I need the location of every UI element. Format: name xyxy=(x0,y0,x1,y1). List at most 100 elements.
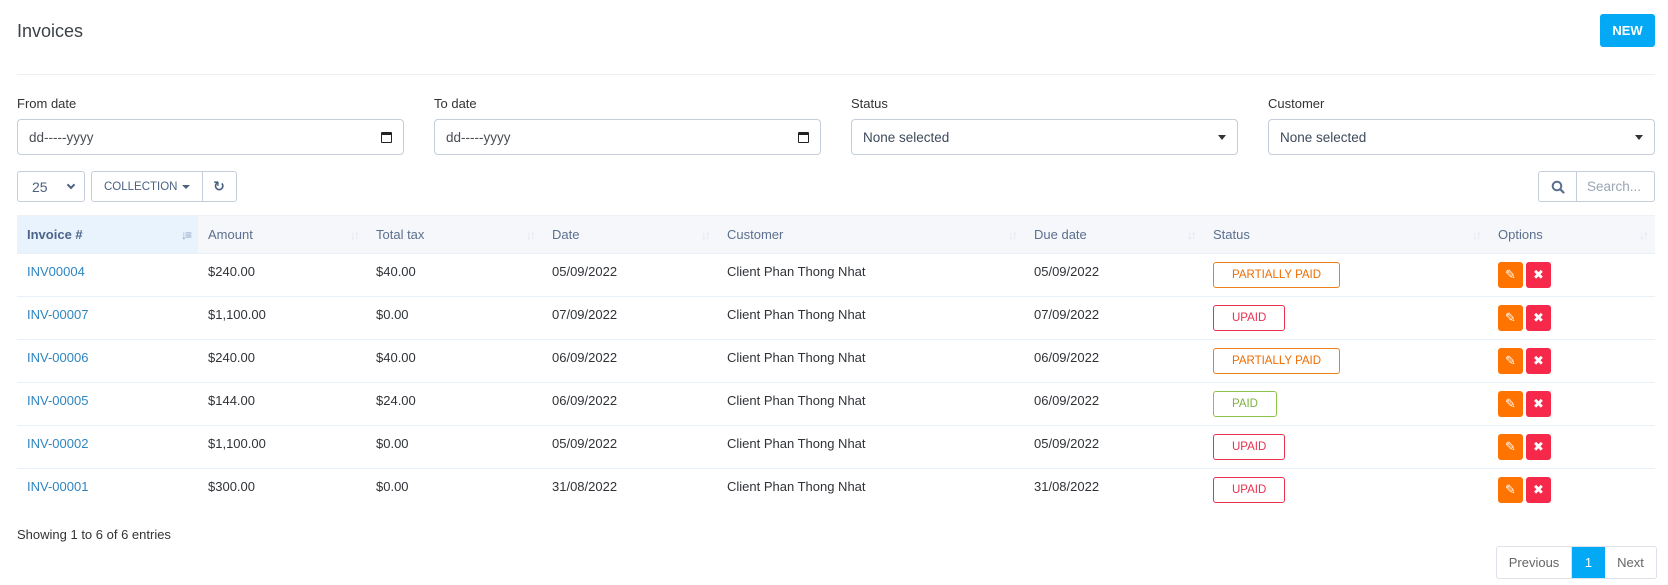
total-tax-cell: $40.00 xyxy=(366,253,542,297)
invoice-link[interactable]: INV00004 xyxy=(27,264,85,279)
column-header-total-tax[interactable]: Total tax ↓↑ xyxy=(366,215,542,254)
caret-down-icon xyxy=(181,184,190,189)
status-badge: PARTIALLY PAID xyxy=(1213,262,1341,288)
invoice-link[interactable]: INV-00007 xyxy=(27,307,88,322)
options-cell: ✎ ✖ xyxy=(1488,425,1655,469)
column-header-status[interactable]: Status ↓↑ xyxy=(1203,215,1488,254)
due-date-cell: 05/09/2022 xyxy=(1024,253,1203,297)
column-header-customer[interactable]: Customer ↓↑ xyxy=(717,215,1024,254)
search-input[interactable] xyxy=(1577,172,1654,201)
due-date-cell: 05/09/2022 xyxy=(1024,425,1203,469)
invoice-link[interactable]: INV-00002 xyxy=(27,436,88,451)
invoice-number-cell: INV00004 xyxy=(17,253,198,297)
search-icon[interactable] xyxy=(1539,172,1577,201)
edit-button[interactable]: ✎ xyxy=(1498,477,1523,504)
pagination-previous[interactable]: Previous xyxy=(1497,547,1572,578)
sort-icon: ↓↑ xyxy=(350,228,360,242)
delete-button[interactable]: ✖ xyxy=(1526,391,1551,417)
amount-cell: $1,100.00 xyxy=(198,296,366,340)
customer-cell: Client Phan Thong Nhat xyxy=(717,425,1024,469)
calendar-icon[interactable] xyxy=(381,131,392,143)
table-row: INV-00002 $1,100.00 $0.00 05/09/2022 Client … xyxy=(17,425,1655,469)
table-row: INV00004 $240.00 $40.00 05/09/2022 Client Ph… xyxy=(17,253,1655,297)
page-title: Invoices xyxy=(17,21,84,41)
column-header-due-date[interactable]: Due date ↓↑ xyxy=(1024,215,1203,254)
sort-icon: ↓↑ xyxy=(1639,228,1649,242)
status-cell: UPAID xyxy=(1203,468,1488,512)
due-date-cell: 06/09/2022 xyxy=(1024,382,1203,426)
total-tax-cell: $0.00 xyxy=(366,296,542,340)
status-select[interactable]: None selected xyxy=(851,119,1238,155)
delete-button[interactable]: ✖ xyxy=(1526,477,1551,504)
pagination-next[interactable]: Next xyxy=(1605,547,1656,578)
edit-button[interactable]: ✎ xyxy=(1498,262,1523,288)
edit-button[interactable]: ✎ xyxy=(1498,434,1523,460)
status-cell: PARTIALLY PAID xyxy=(1203,339,1488,383)
from-date-input[interactable]: dd-----yyyy xyxy=(17,119,404,155)
invoice-link[interactable]: INV-00001 xyxy=(27,479,88,494)
customer-select[interactable]: None selected xyxy=(1268,119,1655,155)
amount-cell: $144.00 xyxy=(198,382,366,426)
header-divider xyxy=(17,74,1655,75)
pencil-icon: ✎ xyxy=(1505,267,1516,282)
amount-cell: $300.00 xyxy=(198,468,366,512)
column-header-invoice[interactable]: Invoice # ↓≡ xyxy=(17,215,198,254)
sort-icon: ↓↑ xyxy=(1008,228,1018,242)
options-cell: ✎ ✖ xyxy=(1488,382,1655,426)
caret-down-icon xyxy=(1218,134,1226,140)
customer-cell: Client Phan Thong Nhat xyxy=(717,468,1024,512)
column-header-options[interactable]: Options ↓↑ xyxy=(1488,215,1655,254)
amount-cell: $1,100.00 xyxy=(198,425,366,469)
customer-cell: Client Phan Thong Nhat xyxy=(717,253,1024,297)
to-date-label: To date xyxy=(434,96,477,111)
delete-button[interactable]: ✖ xyxy=(1526,262,1551,288)
options-cell: ✎ ✖ xyxy=(1488,468,1655,512)
close-icon: ✖ xyxy=(1533,267,1544,282)
delete-button[interactable]: ✖ xyxy=(1526,434,1551,460)
pencil-icon: ✎ xyxy=(1505,439,1516,454)
invoice-link[interactable]: INV-00006 xyxy=(27,350,88,365)
table-toolbar: 25 COLLECTION ↻ xyxy=(17,171,237,202)
calendar-icon[interactable] xyxy=(798,131,809,143)
pagination-page-1[interactable]: 1 xyxy=(1572,547,1605,578)
page-length-value: 25 xyxy=(32,178,48,195)
new-invoice-button[interactable]: NEW xyxy=(1600,14,1655,47)
customer-cell: Client Phan Thong Nhat xyxy=(717,339,1024,383)
entries-info: Showing 1 to 6 of 6 entries xyxy=(17,527,171,542)
options-cell: ✎ ✖ xyxy=(1488,296,1655,340)
delete-button[interactable]: ✖ xyxy=(1526,348,1551,374)
amount-cell: $240.00 xyxy=(198,339,366,383)
invoice-link[interactable]: INV-00005 xyxy=(27,393,88,408)
status-label: Status xyxy=(851,96,888,111)
sort-icon: ↓↑ xyxy=(526,228,536,242)
total-tax-cell: $0.00 xyxy=(366,425,542,469)
invoices-table: Invoice # ↓≡ Amount ↓↑ Total tax ↓↑ Date ↓↑ … xyxy=(17,215,1655,512)
delete-button[interactable]: ✖ xyxy=(1526,305,1551,331)
due-date-cell: 31/08/2022 xyxy=(1024,468,1203,512)
pencil-icon: ✎ xyxy=(1505,482,1516,498)
edit-button[interactable]: ✎ xyxy=(1498,348,1523,374)
table-row: INV-00001 $300.00 $0.00 31/08/2022 Client Ph… xyxy=(17,468,1655,512)
sort-icon: ↓↑ xyxy=(1472,228,1482,242)
edit-button[interactable]: ✎ xyxy=(1498,305,1523,331)
collection-button[interactable]: COLLECTION xyxy=(92,172,203,201)
edit-button[interactable]: ✎ xyxy=(1498,391,1523,417)
export-button-group: COLLECTION ↻ xyxy=(91,171,237,202)
date-cell: 05/09/2022 xyxy=(542,253,717,297)
page-length-select[interactable]: 25 xyxy=(17,171,85,202)
to-date-input[interactable]: dd-----yyyy xyxy=(434,119,821,155)
column-header-amount[interactable]: Amount ↓↑ xyxy=(198,215,366,254)
date-cell: 05/09/2022 xyxy=(542,425,717,469)
status-select-value: None selected xyxy=(863,129,950,145)
status-badge: PARTIALLY PAID xyxy=(1213,348,1341,374)
to-date-placeholder: dd-----yyyy xyxy=(446,129,511,145)
date-cell: 06/09/2022 xyxy=(542,382,717,426)
due-date-cell: 06/09/2022 xyxy=(1024,339,1203,383)
pencil-icon: ✎ xyxy=(1505,310,1516,325)
column-header-date[interactable]: Date ↓↑ xyxy=(542,215,717,254)
close-icon: ✖ xyxy=(1533,396,1544,411)
customer-cell: Client Phan Thong Nhat xyxy=(717,296,1024,340)
invoice-number-cell: INV-00001 xyxy=(17,468,198,512)
refresh-button[interactable]: ↻ xyxy=(203,172,236,201)
customer-label: Customer xyxy=(1268,96,1325,111)
